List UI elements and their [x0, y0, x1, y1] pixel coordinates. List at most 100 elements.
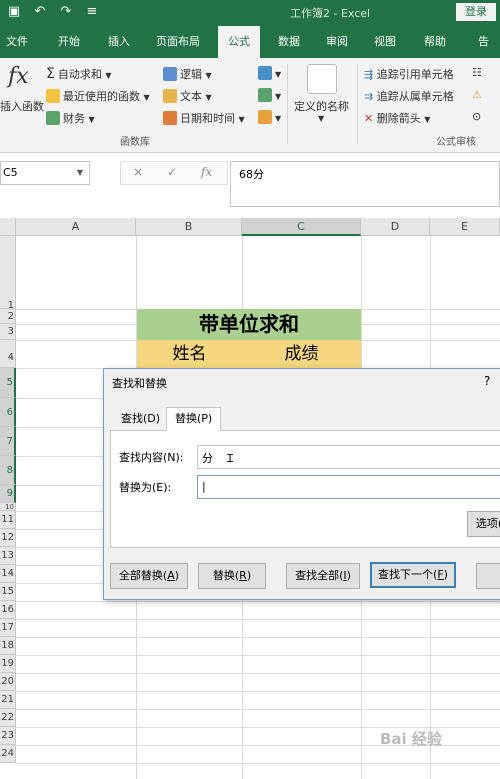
find-what-label: 查找内容(N):: [119, 451, 184, 464]
redo-icon[interactable]: ↷: [58, 4, 74, 19]
replace-button[interactable]: 替换(R): [198, 563, 266, 589]
row-header[interactable]: 21: [0, 691, 16, 709]
tab-formulas[interactable]: 公式: [218, 26, 260, 58]
gridline: [16, 637, 500, 638]
row-header[interactable]: 16: [0, 601, 16, 619]
tab-insert[interactable]: 插入: [108, 26, 130, 58]
replace-with-input[interactable]: |: [197, 475, 500, 499]
tab-page-layout[interactable]: 页面布局: [156, 26, 200, 58]
financial-button[interactable]: 财务 ▼: [46, 110, 95, 126]
defined-names-button[interactable]: 定义的名称: [294, 98, 349, 114]
row-header[interactable]: 10: [0, 503, 16, 511]
dropdown-arrow-icon[interactable]: ▼: [77, 162, 83, 184]
name-manager-icon[interactable]: [307, 64, 337, 94]
insert-function-button[interactable]: 插入函数: [0, 98, 44, 114]
insert-function-icon[interactable]: fx: [8, 64, 29, 89]
tab-home[interactable]: 开始: [58, 26, 80, 58]
find-all-button[interactable]: 查找全部(I): [286, 563, 360, 589]
title-cell[interactable]: 带单位求和: [137, 309, 361, 340]
autosum-button[interactable]: Σ 自动求和 ▼: [46, 66, 112, 82]
close-button[interactable]: [476, 563, 500, 589]
header-cell-score[interactable]: 成绩: [242, 340, 361, 368]
lookup-button[interactable]: ▼: [258, 66, 281, 80]
column-header-e[interactable]: E: [430, 218, 500, 236]
save-icon[interactable]: ▣: [6, 4, 22, 19]
row-header[interactable]: 2: [0, 309, 16, 324]
column-header-d[interactable]: D: [361, 218, 430, 236]
row-header[interactable]: 6: [0, 398, 16, 427]
formula-auditing-label: 公式审核: [436, 137, 476, 148]
remove-arrows-button[interactable]: ✕ 删除箭头 ▼: [364, 110, 430, 126]
row-header[interactable]: 13: [0, 547, 16, 565]
title-bar: ▣ ↶ ↷ ≡ 工作簿2 - Excel 登录: [0, 0, 500, 26]
find-what-input[interactable]: 分Ɪ: [197, 445, 500, 469]
document-title: 工作簿2 - Excel: [290, 7, 371, 20]
row-header[interactable]: 14: [0, 565, 16, 583]
row-header[interactable]: 8: [0, 456, 16, 485]
formula-input[interactable]: 68分: [230, 161, 500, 207]
dropdown-arrow-icon: ▼: [105, 71, 112, 80]
tab-find[interactable]: 查找(D): [112, 407, 170, 431]
row-header[interactable]: 3: [0, 324, 16, 340]
find-next-button[interactable]: 查找下一个(F): [370, 562, 456, 588]
text-button[interactable]: 文本 ▼: [163, 88, 212, 104]
formula-bar-buttons: × ✓ fx: [120, 161, 228, 185]
star-icon: [46, 89, 60, 103]
trace-dependents-button[interactable]: ⇉ 追踪从属单元格: [364, 88, 454, 104]
gridline: [16, 763, 500, 764]
row-header[interactable]: 24: [0, 745, 16, 763]
trace-precedents-button[interactable]: ⇶ 追踪引用单元格: [364, 66, 454, 82]
dialog-title: 查找和替换: [112, 377, 167, 390]
more-functions-button[interactable]: ▼: [258, 110, 281, 124]
column-header-b[interactable]: B: [136, 218, 242, 236]
row-header[interactable]: 5: [0, 368, 16, 398]
tab-view[interactable]: 视图: [374, 26, 396, 58]
customize-icon[interactable]: ≡: [84, 4, 100, 19]
row-header[interactable]: 12: [0, 529, 16, 547]
row-header[interactable]: 9: [0, 485, 16, 503]
select-all-corner[interactable]: [0, 218, 16, 236]
column-header-c[interactable]: C: [242, 218, 361, 236]
row-header[interactable]: 22: [0, 709, 16, 727]
logical-button[interactable]: 逻辑 ▼: [163, 66, 212, 82]
financial-icon: [46, 111, 60, 125]
row-header[interactable]: 17: [0, 619, 16, 637]
column-header-a[interactable]: A: [16, 218, 136, 236]
row-header[interactable]: 20: [0, 673, 16, 691]
tab-help[interactable]: 帮助: [424, 26, 446, 58]
recent-functions-button[interactable]: 最近使用的函数 ▼: [46, 88, 150, 104]
tab-data[interactable]: 数据: [278, 26, 300, 58]
header-cell-name[interactable]: 姓名: [137, 340, 242, 368]
quick-access-toolbar: ▣ ↶ ↷ ≡: [6, 4, 100, 19]
row-header[interactable]: 18: [0, 637, 16, 655]
tab-tell-me[interactable]: 告: [478, 26, 489, 58]
undo-icon[interactable]: ↶: [32, 4, 48, 19]
insert-function-icon[interactable]: fx: [201, 165, 212, 179]
tab-replace[interactable]: 替换(P): [166, 407, 222, 431]
math-button[interactable]: ▼: [258, 88, 281, 102]
enter-icon[interactable]: ✓: [167, 165, 177, 179]
show-formulas-icon[interactable]: ☷: [472, 66, 482, 79]
row-header[interactable]: 19: [0, 655, 16, 673]
row-header[interactable]: 1: [0, 236, 16, 311]
row-header[interactable]: 15: [0, 583, 16, 601]
trace-arrow-icon: ⇶: [364, 68, 374, 81]
row-header[interactable]: 4: [0, 340, 16, 368]
help-icon[interactable]: ?: [484, 374, 490, 388]
cancel-icon[interactable]: ×: [133, 165, 143, 179]
tab-review[interactable]: 审阅: [326, 26, 348, 58]
row-header[interactable]: 7: [0, 427, 16, 456]
name-box[interactable]: C5 ▼: [0, 161, 90, 185]
row-header[interactable]: 11: [0, 511, 16, 529]
group-separator: [287, 64, 288, 144]
tab-file[interactable]: 文件: [6, 26, 28, 58]
replace-all-button[interactable]: 全部替换(A): [110, 563, 188, 589]
datetime-button[interactable]: 日期和时间 ▼: [163, 110, 245, 126]
options-button[interactable]: 选项(: [467, 511, 500, 537]
ribbon: fx 插入函数 Σ 自动求和 ▼ 最近使用的函数 ▼ 财务 ▼ 逻辑 ▼ 文本 ▼…: [0, 58, 500, 153]
dropdown-arrow-icon[interactable]: ▼: [318, 114, 324, 123]
evaluate-formula-icon[interactable]: ⊙: [472, 110, 481, 123]
error-checking-icon[interactable]: ⚠: [472, 88, 482, 101]
row-header[interactable]: 23: [0, 727, 16, 745]
login-button[interactable]: 登录: [456, 3, 496, 21]
